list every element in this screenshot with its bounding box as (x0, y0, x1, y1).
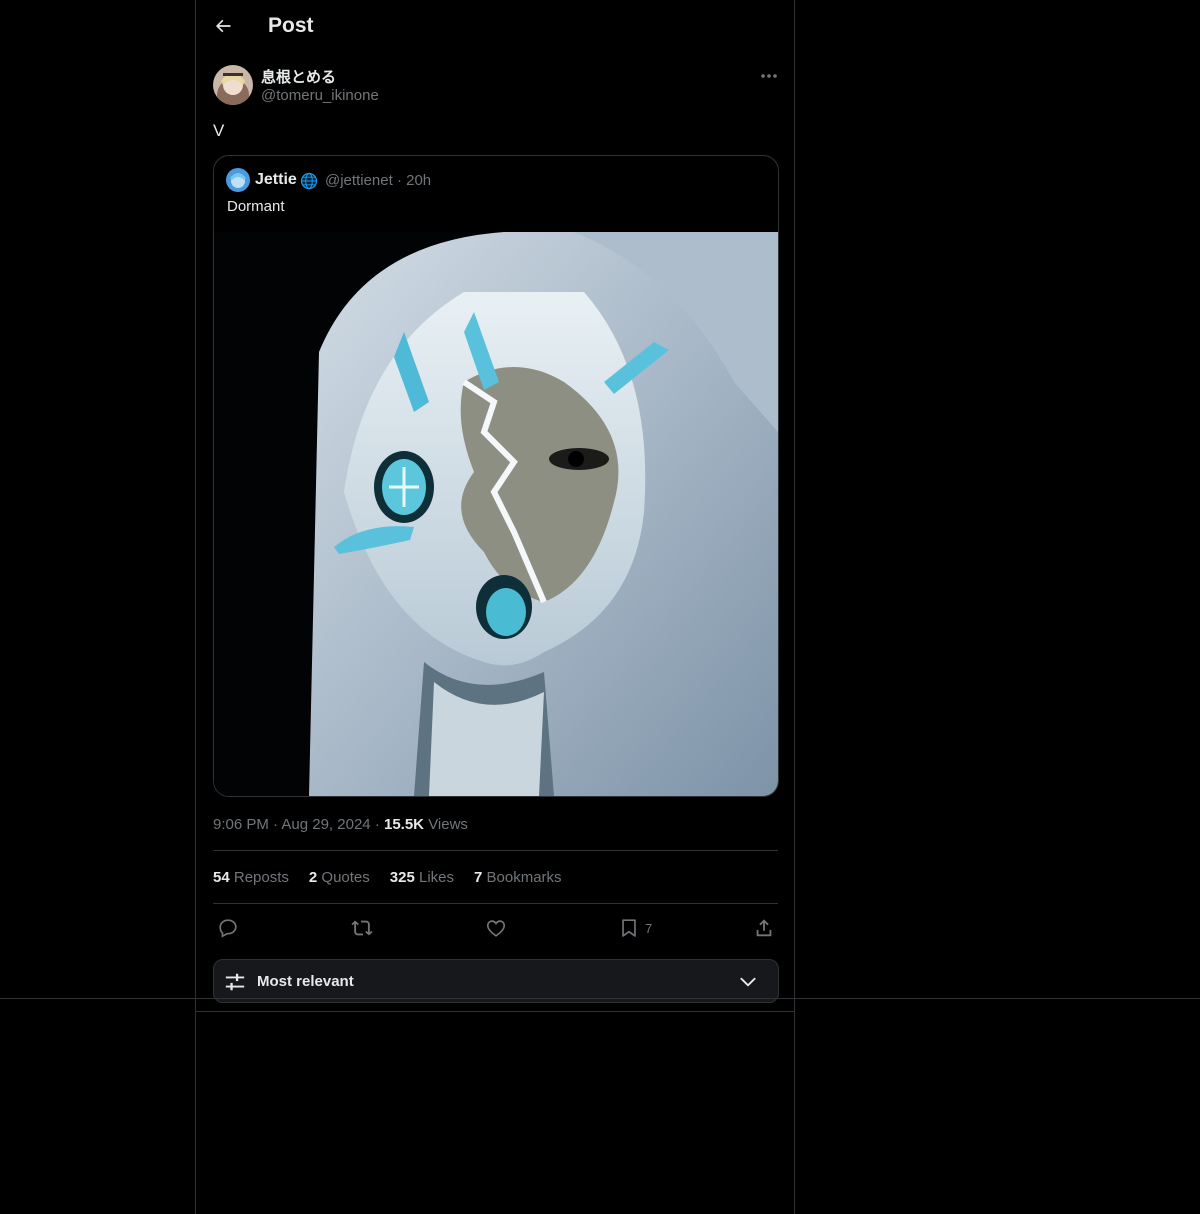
post-meta: 9:06 PM · Aug 29, 2024 · 15.5K Views (213, 816, 468, 833)
post-date[interactable]: Aug 29, 2024 (281, 816, 370, 833)
quoted-post-text: Dormant (227, 198, 285, 215)
quoted-author-name: Jettie (255, 171, 297, 188)
share-button[interactable] (753, 914, 775, 942)
post-text: V (213, 121, 225, 140)
page-title: Post (268, 14, 314, 37)
quotes-count: 2 (308, 869, 318, 886)
quoted-post-image[interactable] (214, 232, 778, 796)
bookmarks-label: Bookmarks (486, 869, 562, 886)
views-count: 15.5K (383, 816, 425, 833)
separator-dot: · (374, 816, 384, 833)
reposts-label: Reposts (233, 869, 289, 886)
quotes-label: Quotes (321, 869, 370, 886)
divider-top (213, 850, 778, 851)
more-button[interactable] (754, 66, 784, 86)
avatar-image (213, 65, 253, 105)
horizontal-rule (0, 998, 1200, 999)
back-button[interactable] (208, 11, 238, 41)
artwork-image (214, 232, 778, 796)
bookmark-button[interactable]: 7 (618, 914, 652, 942)
quoted-author-avatar (226, 168, 250, 192)
share-icon (756, 919, 772, 937)
author-handle[interactable]: @tomeru_ikinone (261, 87, 379, 104)
main-column: Post 息根とめる @tomeru_ikinone V Jettie @jet… (195, 0, 795, 1214)
globe-icon (300, 172, 318, 190)
author-avatar[interactable] (213, 65, 253, 105)
post-stats: 54 Reposts 2 Quotes 325 Likes 7 Bookmark… (213, 869, 562, 886)
reply-button[interactable] (217, 914, 239, 942)
chevron-down-icon (740, 977, 756, 987)
likes-count: 325 (389, 869, 415, 886)
reposts-stat[interactable]: 54 Reposts (213, 869, 289, 886)
quoted-post[interactable]: Jettie @jettienet · 20h Dormant (213, 155, 779, 797)
quoted-post-age: 20h (406, 172, 432, 189)
like-button[interactable] (485, 914, 507, 942)
page-header: Post (196, 0, 794, 53)
like-icon (486, 920, 506, 937)
bookmarks-count: 7 (474, 869, 483, 886)
quoted-avatar-image (226, 168, 250, 192)
reposts-count: 54 (213, 869, 230, 886)
quoted-handle-text: @jettienet (325, 172, 393, 189)
repost-icon (351, 920, 373, 936)
bookmarks-stat[interactable]: 7 Bookmarks (474, 869, 562, 886)
author-name[interactable]: 息根とめる (261, 66, 336, 87)
more-icon (761, 74, 777, 78)
likes-stat[interactable]: 325 Likes (390, 869, 454, 886)
quotes-stat[interactable]: 2 Quotes (309, 869, 370, 886)
action-bar: 7 (213, 914, 778, 942)
reply-icon (219, 919, 237, 938)
section-divider (196, 1011, 794, 1012)
separator-dot: · (396, 172, 407, 189)
back-arrow-icon (216, 19, 231, 33)
likes-label: Likes (418, 869, 455, 886)
bookmark-icon (622, 919, 636, 937)
quoted-author-handle: @jettienet · 20h (325, 172, 431, 189)
repost-button[interactable] (351, 914, 373, 942)
reply-sort-dropdown[interactable]: Most relevant (213, 959, 779, 1003)
post-time[interactable]: 9:06 PM (213, 816, 269, 833)
sort-label: Most relevant (257, 973, 354, 990)
bookmark-count: 7 (645, 920, 653, 936)
views-label: Views (428, 816, 468, 833)
sliders-icon (225, 973, 245, 991)
divider-bottom (213, 903, 778, 904)
